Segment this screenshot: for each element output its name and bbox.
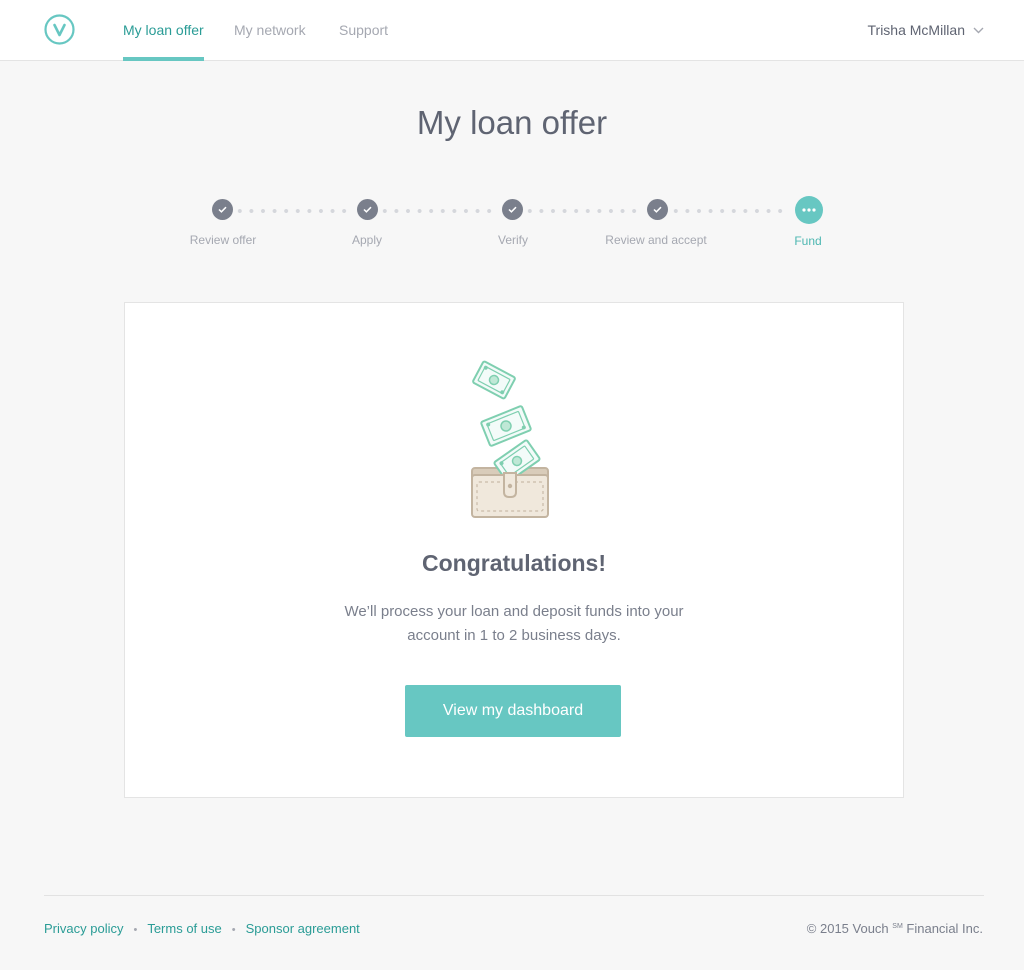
confirmation-message-line: We’ll process your loan and deposit fund… <box>344 603 684 620</box>
footer-separator: • <box>133 924 138 936</box>
confirmation-card: Congratulations! We’ll process your loan… <box>124 302 904 798</box>
step-label-review-and-accept: Review and accept <box>605 233 707 247</box>
vouch-logo-icon[interactable] <box>44 14 75 45</box>
footer-links: Privacy policy • Terms of use • Sponsor agre… <box>44 921 360 936</box>
footer-divider <box>44 895 984 896</box>
footer-separator: • <box>231 924 236 936</box>
step-connector <box>379 209 495 213</box>
step-label-review-offer: Review offer <box>189 233 257 247</box>
step-connector <box>234 209 350 213</box>
step-label-verify: Verify <box>497 233 529 247</box>
terms-of-use-link[interactable]: Terms of use <box>147 921 221 936</box>
step-label-fund: Fund <box>794 234 822 248</box>
sponsor-agreement-link[interactable]: Sponsor agreement <box>246 921 360 936</box>
step-apply-check-icon <box>357 199 378 220</box>
service-mark: SM <box>892 923 903 930</box>
step-review-offer-check-icon <box>212 199 233 220</box>
money-into-wallet-icon <box>471 360 549 518</box>
copyright-notice: © 2015 Vouch SM Financial Inc. <box>807 921 983 936</box>
step-fund-ellipsis-icon <box>795 196 823 224</box>
user-name: Trisha McMillan <box>867 22 966 38</box>
chevron-down-icon <box>973 27 984 34</box>
page-title: My loan offer <box>416 104 608 141</box>
top-navigation-bar: My loan offer My network Support Trisha … <box>0 0 1024 61</box>
view-dashboard-button[interactable]: View my dashboard <box>405 685 621 737</box>
congratulations-heading: Congratulations! <box>422 550 606 576</box>
progress-stepper: Review offer Apply Verify Review and acc… <box>0 196 1024 256</box>
step-verify-check-icon <box>502 199 523 220</box>
copyright-suffix: Financial Inc. <box>902 921 983 936</box>
confirmation-message: We’ll process your loan and deposit fund… <box>125 600 903 648</box>
step-review-and-accept-check-icon <box>647 199 668 220</box>
confirmation-message-line: account in 1 to 2 business days. <box>407 627 621 644</box>
tab-my-network[interactable]: My network <box>234 0 306 61</box>
step-label-apply: Apply <box>351 233 383 247</box>
tab-my-loan-offer[interactable]: My loan offer <box>123 0 204 61</box>
step-connector <box>524 209 640 213</box>
copyright-prefix: © 2015 Vouch <box>806 921 889 936</box>
user-menu[interactable]: Trisha McMillan <box>868 0 985 61</box>
tab-support[interactable]: Support <box>339 0 388 61</box>
step-connector <box>670 209 788 213</box>
privacy-policy-link[interactable]: Privacy policy <box>44 921 123 936</box>
